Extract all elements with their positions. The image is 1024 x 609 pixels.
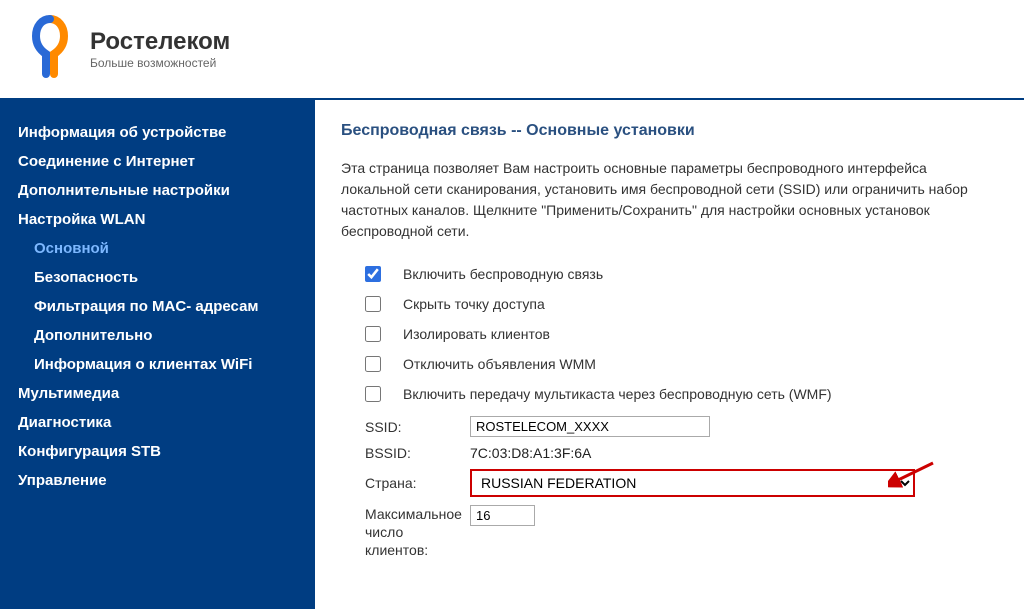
nav-management[interactable]: Управление: [12, 466, 303, 495]
max-clients-input[interactable]: [470, 505, 535, 526]
enable-wireless-label: Включить беспроводную связь: [403, 266, 603, 282]
disable-wmm-label: Отключить объявления WMM: [403, 356, 596, 372]
nav-wlan-mac-filter[interactable]: Фильтрация по MAC- адресам: [12, 292, 303, 321]
ssid-label: SSID:: [365, 419, 470, 435]
nav-wlan-advanced[interactable]: Дополнительно: [12, 321, 303, 350]
nav-wlan[interactable]: Настройка WLAN: [12, 205, 303, 234]
nav-multimedia[interactable]: Мультимедиа: [12, 379, 303, 408]
brand-name: Ростелеком: [90, 28, 230, 56]
country-label: Страна:: [365, 475, 470, 491]
header: Ростелеком Больше возможностей: [0, 0, 1024, 100]
content: Беспроводная связь -- Основные установки…: [315, 100, 1024, 609]
country-select[interactable]: RUSSIAN FEDERATION: [470, 469, 915, 497]
nav-device-info[interactable]: Информация об устройстве: [12, 118, 303, 147]
isolate-clients-checkbox[interactable]: [365, 326, 381, 342]
page-title: Беспроводная связь -- Основные установки: [341, 122, 998, 140]
hide-ap-label: Скрыть точку доступа: [403, 296, 545, 312]
hide-ap-checkbox[interactable]: [365, 296, 381, 312]
enable-wireless-checkbox[interactable]: [365, 266, 381, 282]
disable-wmm-checkbox[interactable]: [365, 356, 381, 372]
enable-wmf-checkbox[interactable]: [365, 386, 381, 402]
nav-wlan-security[interactable]: Безопасность: [12, 263, 303, 292]
sidebar: Информация об устройстве Соединение с Ин…: [0, 100, 315, 609]
bssid-label: BSSID:: [365, 445, 470, 461]
max-clients-label: Максимальное число клиентов:: [365, 505, 470, 560]
rostelecom-logo-icon: [20, 14, 80, 84]
nav-wlan-clients[interactable]: Информация о клиентах WiFi: [12, 350, 303, 379]
isolate-clients-label: Изолировать клиентов: [403, 326, 550, 342]
nav-diagnostics[interactable]: Диагностика: [12, 408, 303, 437]
nav-internet[interactable]: Соединение с Интернет: [12, 147, 303, 176]
logo: Ростелеком Больше возможностей: [20, 14, 230, 84]
nav-wlan-basic[interactable]: Основной: [12, 234, 303, 263]
enable-wmf-label: Включить передачу мультикаста через бесп…: [403, 386, 832, 402]
nav-stb-config[interactable]: Конфигурация STB: [12, 437, 303, 466]
bssid-value: 7C:03:D8:A1:3F:6A: [470, 445, 591, 461]
brand-slogan: Больше возможностей: [90, 56, 230, 70]
page-description: Эта страница позволяет Вам настроить осн…: [341, 158, 998, 242]
nav-additional[interactable]: Дополнительные настройки: [12, 176, 303, 205]
ssid-input[interactable]: [470, 416, 710, 437]
